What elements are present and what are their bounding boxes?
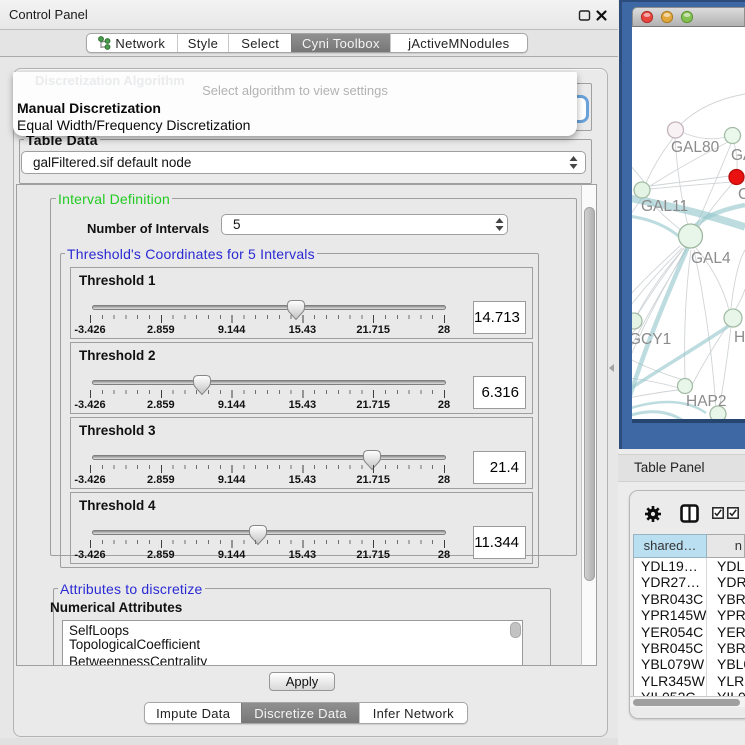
svg-text:GCY1: GCY1 (632, 331, 671, 348)
svg-text:GAL80: GAL80 (671, 139, 720, 156)
svg-text:H: H (734, 329, 745, 346)
svg-text:C: C (738, 186, 745, 203)
svg-text:GAL4: GAL4 (691, 250, 731, 267)
svg-text:GAL11: GAL11 (641, 198, 688, 215)
svg-text:HAP2: HAP2 (686, 393, 727, 410)
svg-text:GA: GA (731, 147, 745, 164)
